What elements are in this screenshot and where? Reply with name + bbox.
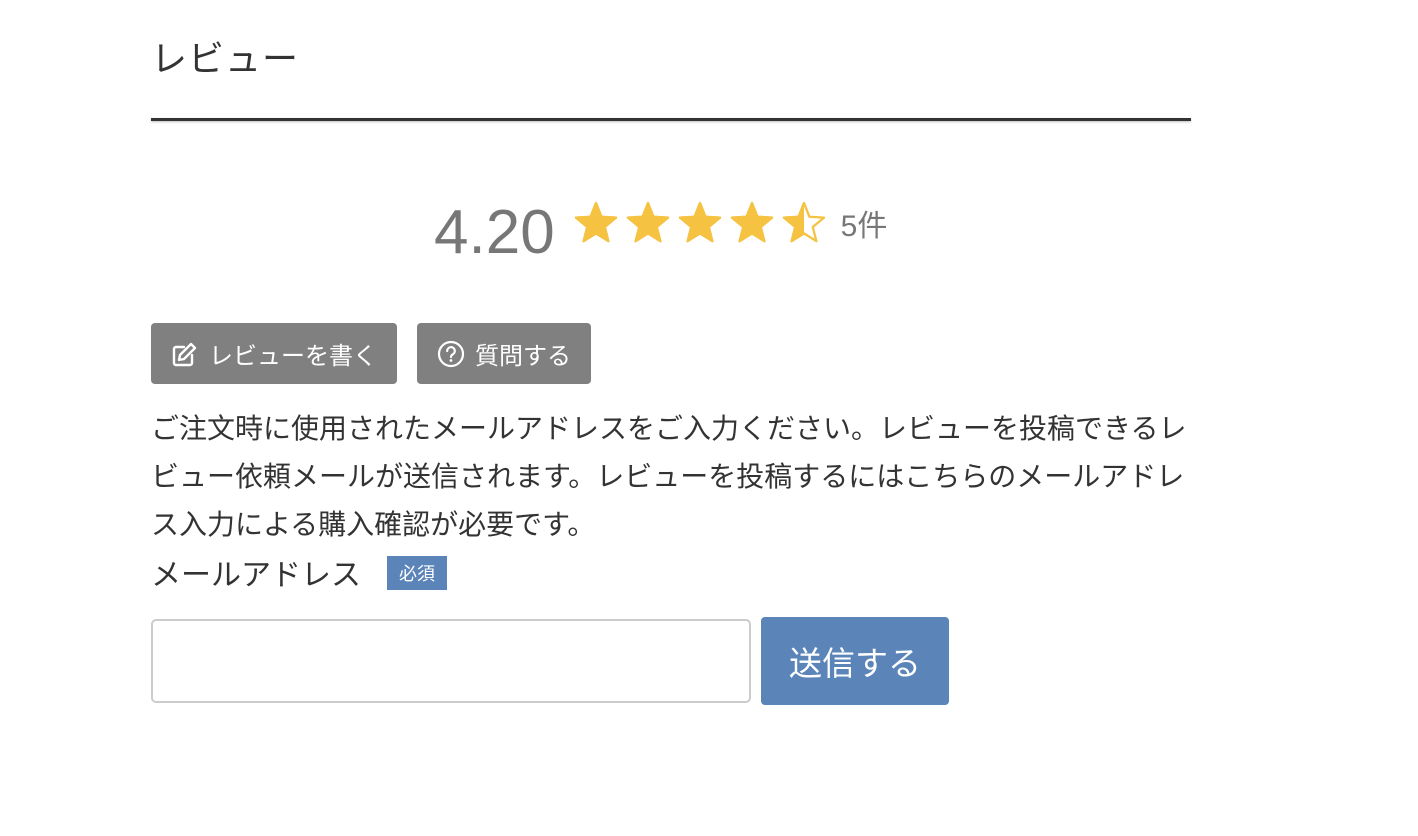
email-label-row: メールアドレス 必須	[151, 550, 447, 594]
edit-icon	[172, 342, 197, 366]
review-actions: レビューを書く 質問する	[151, 323, 611, 384]
email-instruction-text: ご注文時に使用されたメールアドレスをご入力ください。レビューを投稿できるレビュー…	[151, 412, 1187, 541]
star-half-icon	[782, 201, 825, 243]
star-full-icon	[678, 201, 721, 243]
star-rating	[573, 200, 833, 246]
write-review-button[interactable]: レビューを書く	[151, 323, 397, 384]
star-full-icon	[626, 201, 669, 243]
title-divider	[151, 118, 1191, 121]
average-rating: 4.20	[434, 198, 555, 267]
section-title: レビュー	[151, 39, 300, 80]
email-label: メールアドレス	[151, 558, 361, 593]
write-review-label: レビューを書く	[209, 342, 377, 370]
submit-button[interactable]: 送信する	[761, 617, 949, 705]
review-count: 5件	[840, 210, 888, 243]
ask-question-button[interactable]: 質問する	[417, 323, 591, 384]
email-field[interactable]	[151, 619, 751, 703]
required-badge: 必須	[387, 556, 447, 590]
star-full-icon	[730, 201, 773, 243]
question-circle-icon	[437, 340, 465, 367]
rating-summary: 4.20 5件	[434, 188, 887, 278]
star-full-icon	[574, 201, 617, 243]
ask-question-label: 質問する	[475, 342, 571, 370]
